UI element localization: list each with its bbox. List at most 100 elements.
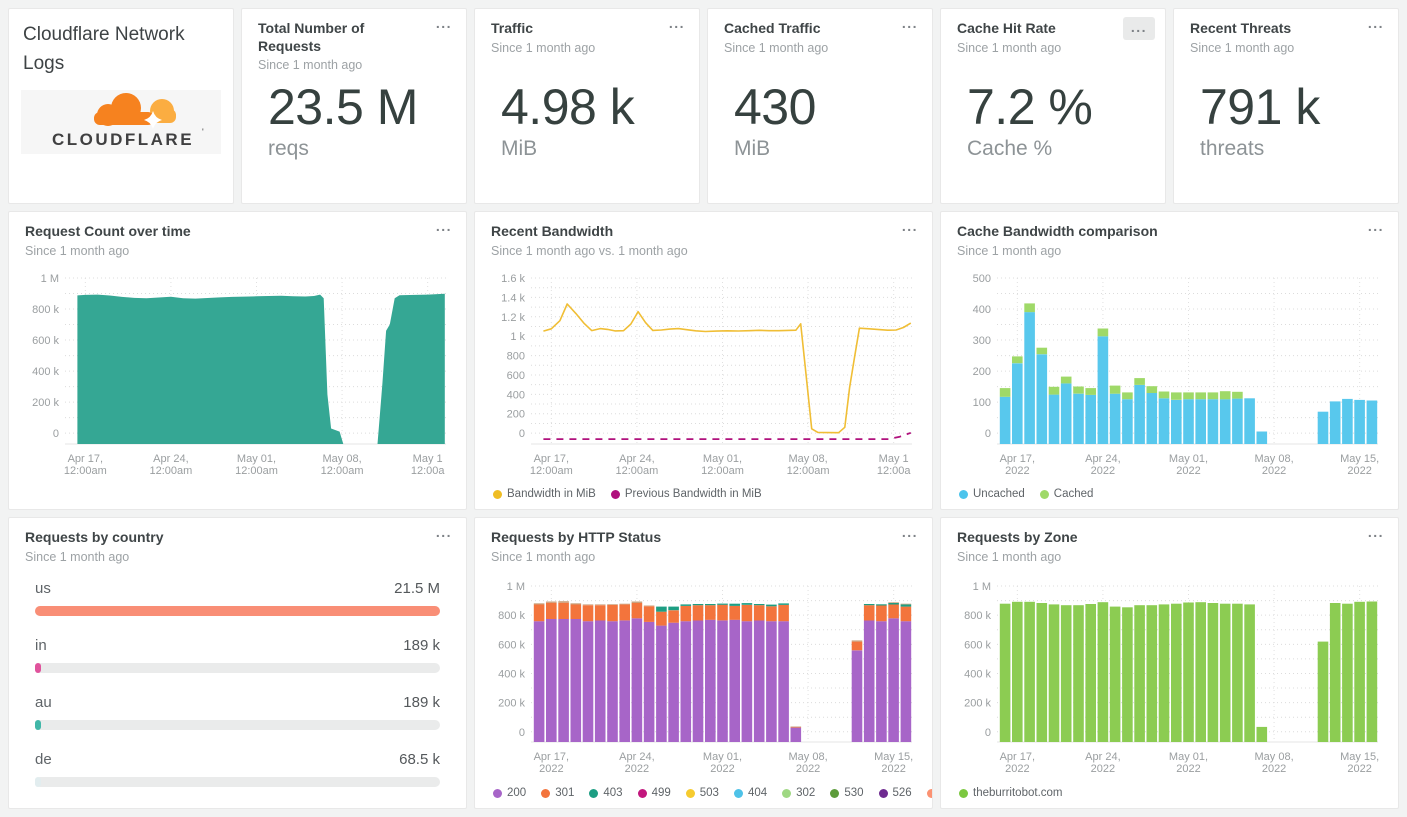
svg-text:400 k: 400 k <box>498 668 525 680</box>
stat-value: 791 k <box>1200 79 1320 136</box>
legend-item-theburritobot-com[interactable]: theburritobot.com <box>959 787 1063 799</box>
svg-text:2022: 2022 <box>796 763 820 775</box>
svg-text:100: 100 <box>973 397 991 409</box>
svg-text:12:00a: 12:00a <box>411 465 446 477</box>
country-label: in <box>35 637 47 654</box>
svg-text:200: 200 <box>973 366 991 378</box>
svg-text:0: 0 <box>519 428 525 440</box>
legend-item-200[interactable]: 200 <box>493 787 526 799</box>
svg-text:12:00am: 12:00am <box>530 465 573 477</box>
stat-body: 23.5 Mreqs <box>268 53 418 189</box>
recent-bandwidth-chart[interactable]: Apr 17, 12:00am Apr 24, 12:00am May 01, 12:00… <box>491 260 918 482</box>
panel-menu-icon[interactable]: ... <box>436 16 452 31</box>
panel-title[interactable]: Request Count over time <box>25 223 426 241</box>
legend-color-dot-icon <box>959 489 968 499</box>
stat-value: 23.5 M <box>268 79 418 136</box>
panel-title[interactable]: Cache Hit Rate <box>957 20 1125 38</box>
legend-item-previous-bandwidth-in-mib[interactable]: Previous Bandwidth in MiB <box>610 488 762 500</box>
request-count-chart[interactable]: Apr 17, 12:00am Apr 24, 12:00am May 01, 12:00… <box>25 260 452 482</box>
cloudflare-wordmark: CLOUDFLARE <box>52 130 194 149</box>
stat-unit: threats <box>1200 136 1265 160</box>
svg-text:': ' <box>202 127 204 137</box>
legend-item-403[interactable]: 403 <box>589 787 623 799</box>
panel-title[interactable]: Cached Traffic <box>724 20 892 38</box>
stat-body: 430 MiB <box>734 53 816 189</box>
cloudflare-logo: CLOUDFLARE ' <box>21 90 221 154</box>
legend-item-524[interactable]: 524 <box>926 787 932 799</box>
stat-panel-traffic: Traffic Since 1 month ago... 4.98 k MiB <box>474 8 700 204</box>
panel-menu-icon[interactable]: ... <box>902 525 918 540</box>
legend-label: 499 <box>651 787 671 799</box>
panel-menu-icon[interactable]: ... <box>902 219 918 234</box>
gauge-track <box>35 606 440 616</box>
legend-color-dot-icon <box>782 788 792 798</box>
middle-charts-row: Request Count over time Since 1 month ag… <box>0 204 1407 510</box>
panel-menu-icon[interactable]: ... <box>1368 16 1384 31</box>
svg-text:2022: 2022 <box>1176 465 1200 477</box>
panel-title[interactable]: Total Number of Requests <box>258 20 426 55</box>
svg-text:Apr 17,: Apr 17, <box>68 453 103 465</box>
legend-item-uncached[interactable]: Uncached <box>959 488 1025 500</box>
legend-item-530[interactable]: 530 <box>830 787 864 799</box>
brand-panel: Cloudflare Network Logs CLOUDFLARE ' <box>8 8 234 204</box>
panel-header: Recent Threats Since 1 month ago <box>1174 9 1398 55</box>
svg-text:12:00a: 12:00a <box>877 465 912 477</box>
panel-title[interactable]: Recent Bandwidth <box>491 223 892 241</box>
svg-text:May 08,: May 08, <box>1255 751 1294 763</box>
country-value: 21.5 M <box>394 580 440 597</box>
svg-text:200 k: 200 k <box>964 698 991 710</box>
svg-text:May 08,: May 08, <box>1255 453 1294 465</box>
panel-header: Traffic Since 1 month ago <box>475 9 699 55</box>
panel-title[interactable]: Recent Threats <box>1190 20 1358 38</box>
panel-menu-icon[interactable]: ... <box>436 525 452 540</box>
cache-bandwidth-chart[interactable]: Apr 17, 2022 Apr 24, 2022 May 01, 2022 May 08,… <box>957 260 1384 482</box>
legend-color-dot-icon <box>637 788 647 798</box>
panel-menu-icon[interactable]: ... <box>902 16 918 31</box>
legend-item-302[interactable]: 302 <box>782 787 815 799</box>
svg-text:200: 200 <box>507 409 525 421</box>
legend-item-404[interactable]: 404 <box>733 787 767 799</box>
panel-header: Requests by HTTP Status Since 1 month ag… <box>475 518 932 564</box>
svg-text:400: 400 <box>973 304 991 316</box>
panel-subtitle: Since 1 month ago <box>957 549 1062 564</box>
panel-menu-icon[interactable]: ... <box>436 219 452 234</box>
legend-item-526[interactable]: 526 <box>878 787 912 799</box>
svg-text:May 08,: May 08, <box>789 751 828 763</box>
svg-text:May 15,: May 15, <box>874 751 913 763</box>
panel-menu-icon[interactable]: ... <box>1122 17 1155 41</box>
stat-panel-recent-threats: Recent Threats Since 1 month ago... 791 kt… <box>1173 8 1399 204</box>
svg-text:1.4 k: 1.4 k <box>501 292 525 304</box>
svg-text:May 08,: May 08, <box>323 453 362 465</box>
svg-text:600 k: 600 k <box>32 335 59 347</box>
panel-title[interactable]: Requests by HTTP Status <box>491 529 892 547</box>
panel-title[interactable]: Traffic <box>491 20 659 38</box>
svg-text:200 k: 200 k <box>498 698 525 710</box>
zone-chart[interactable]: Apr 17, 2022 Apr 24, 2022 May 01, 2022 May 08,… <box>957 566 1384 780</box>
svg-text:2022: 2022 <box>1091 465 1115 477</box>
legend-item-301[interactable]: 301 <box>541 787 574 799</box>
svg-text:300: 300 <box>973 335 991 347</box>
legend-label: Cached <box>1053 488 1094 500</box>
panel-menu-icon[interactable]: ... <box>669 16 685 31</box>
chart-legend: 200 301 403 499 503 404 302 530 526 524 <box>493 787 932 799</box>
panel-title[interactable]: Requests by Zone <box>957 529 1358 547</box>
svg-text:2022: 2022 <box>1005 763 1029 775</box>
svg-text:12:00am: 12:00am <box>701 465 744 477</box>
panel-title[interactable]: Cache Bandwidth comparison <box>957 223 1358 241</box>
panel-menu-icon[interactable]: ... <box>1368 525 1384 540</box>
svg-text:500: 500 <box>973 273 991 285</box>
gauge-fill <box>35 663 41 673</box>
panel-requests-by-http-status: Requests by HTTP Status Since 1 month ag… <box>474 517 933 809</box>
http-status-chart[interactable]: Apr 17, 2022 Apr 24, 2022 May 01, 2022 May 08,… <box>491 566 918 780</box>
legend-item-503[interactable]: 503 <box>685 787 719 799</box>
panel-title[interactable]: Requests by country <box>25 529 426 547</box>
svg-text:12:00am: 12:00am <box>321 465 364 477</box>
legend-item-bandwidth-in-mib[interactable]: Bandwidth in MiB <box>493 488 596 500</box>
stat-panel-total-number-of-requests: Total Number of Requests Since 1 month ag… <box>241 8 467 204</box>
legend-label: Uncached <box>973 488 1025 500</box>
svg-text:2022: 2022 <box>1262 763 1286 775</box>
legend-item-cached[interactable]: Cached <box>1039 488 1094 500</box>
panel-menu-icon[interactable]: ... <box>1368 219 1384 234</box>
panel-header: Cached Traffic Since 1 month ago <box>708 9 932 55</box>
legend-item-499[interactable]: 499 <box>637 787 671 799</box>
